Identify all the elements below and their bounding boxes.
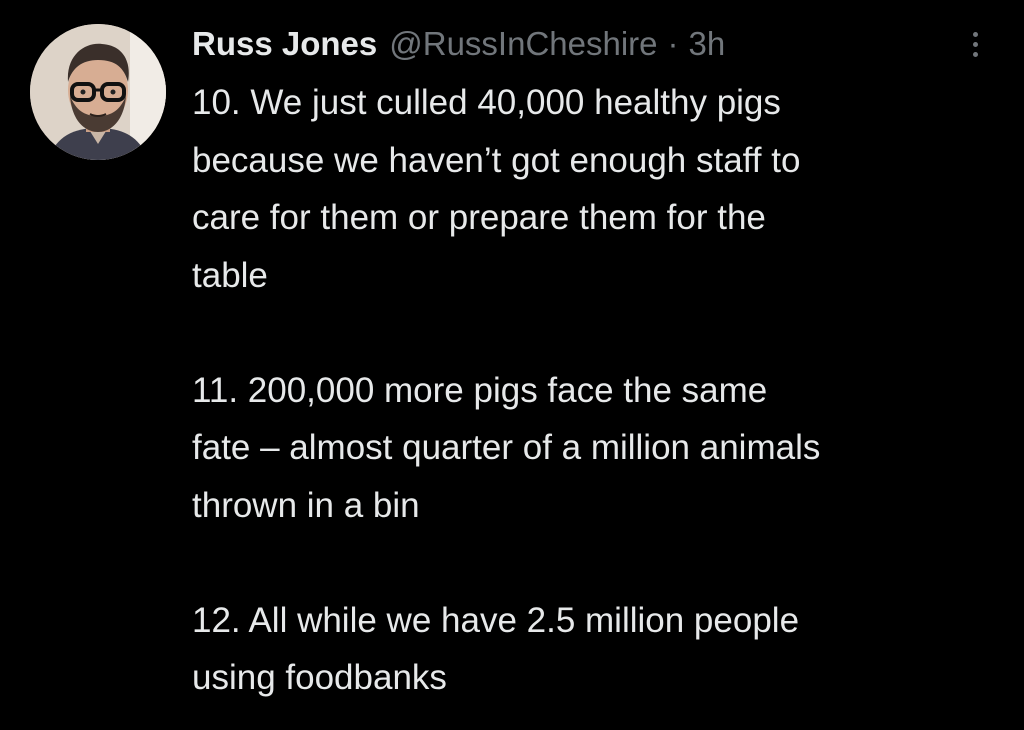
more-vertical-icon xyxy=(972,31,978,37)
tweet-text: 10. We just culled 40,000 healthy pigs b… xyxy=(192,74,1002,707)
tweet-line: 11. 200,000 more pigs face the same xyxy=(192,370,768,410)
tweet-line: 12. All while we have 2.5 million people xyxy=(192,600,800,640)
separator-dot: · xyxy=(667,25,679,62)
tweet-line: fate – almost quarter of a million anima… xyxy=(192,428,821,467)
more-options-button[interactable] xyxy=(960,26,990,62)
tweet-line: thrown in a bin xyxy=(192,485,420,525)
tweet-paragraph: 10. We just culled 40,000 healthy pigs b… xyxy=(192,74,1002,304)
tweet-paragraph: 12. All while we have 2.5 million people… xyxy=(192,592,1002,707)
avatar[interactable] xyxy=(30,24,166,160)
tweet-line: because we haven’t got enough staff to xyxy=(192,140,801,180)
display-name[interactable]: Russ Jones xyxy=(192,22,377,66)
tweet-line: table xyxy=(192,255,268,295)
more-vertical-icon-dot xyxy=(972,41,978,47)
tweet-line: using foodbanks xyxy=(192,658,447,697)
tweet: Russ Jones @RussInCheshire · 3h 10. We j… xyxy=(0,0,1024,730)
tweet-header: Russ Jones @RussInCheshire · 3h xyxy=(192,22,725,66)
avatar-photo xyxy=(30,24,166,160)
tweet-line: care for them or prepare them for the xyxy=(192,198,766,237)
tweet-paragraph: 11. 200,000 more pigs face the same fate… xyxy=(192,362,1002,535)
timestamp[interactable]: 3h xyxy=(689,22,726,66)
user-handle[interactable]: @RussInCheshire xyxy=(389,22,657,66)
more-vertical-icon-dot xyxy=(972,51,978,57)
tweet-line: 10. We just culled 40,000 healthy pigs xyxy=(192,83,781,122)
